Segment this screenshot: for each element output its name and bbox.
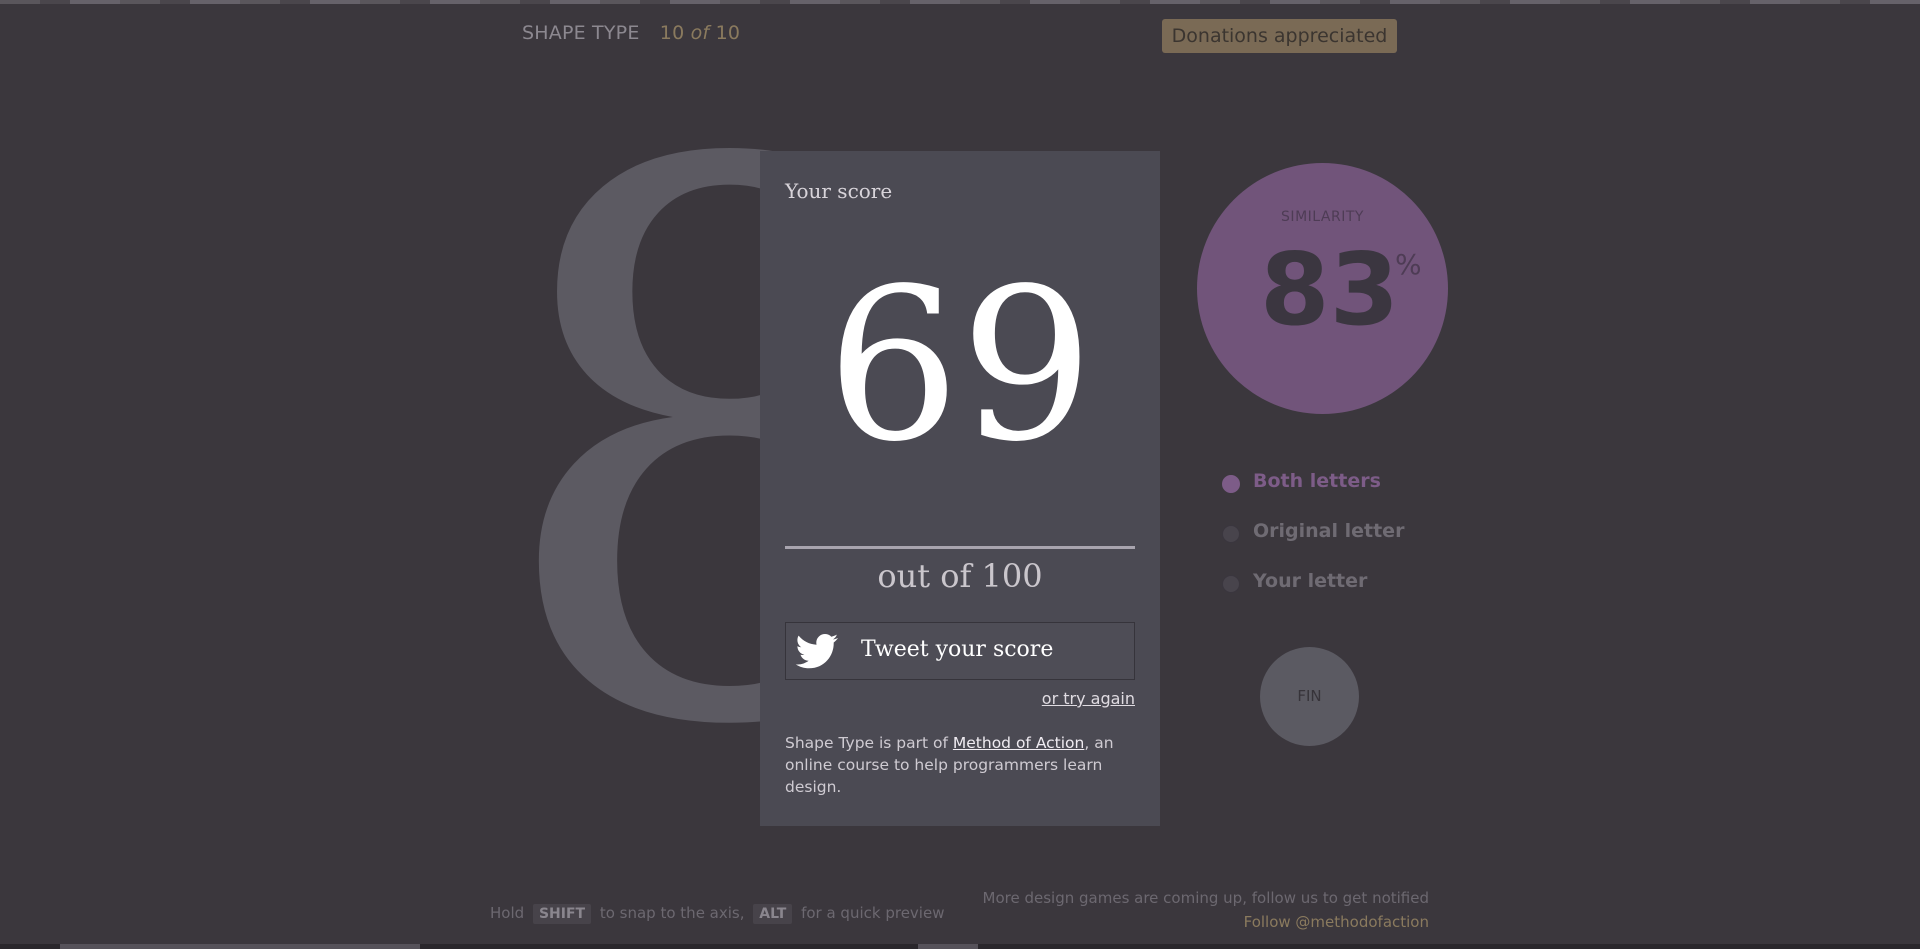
keyboard-hint: Hold SHIFT to snap to the axis, ALT for … (490, 904, 944, 924)
hint-hold: Hold (490, 904, 525, 922)
hint-preview: for a quick preview (801, 904, 945, 922)
follow-link[interactable]: Follow @methodofaction (1244, 913, 1429, 931)
top-bar (0, 0, 1920, 4)
score-out-of: out of 100 (877, 557, 1043, 595)
score-heading: Your score (785, 179, 893, 203)
radio-icon[interactable] (1222, 475, 1240, 493)
view-option-label: Original letter (1253, 520, 1405, 542)
bottom-bar-segment (60, 944, 420, 949)
score-divider (785, 546, 1135, 549)
similarity-meter: SIMILARITY 83 % (1197, 163, 1448, 414)
view-option-label: Both letters (1253, 470, 1381, 492)
similarity-value: 83 (1260, 231, 1400, 348)
score-panel: Your score 69 out of 100 Tweet your scor… (760, 151, 1160, 826)
try-again-link[interactable]: or try again (1042, 689, 1135, 708)
view-option-label: Your letter (1253, 570, 1368, 592)
page: SHAPE TYPE 10 of 10 Donations appreciate… (0, 0, 1920, 949)
bottom-bar-segment (918, 944, 978, 949)
similarity-unit: % (1395, 248, 1422, 281)
donate-button[interactable]: Donations appreciated (1162, 19, 1397, 53)
method-of-action-link[interactable]: Method of Action (953, 734, 1084, 752)
hint-snap: to snap to the axis, (599, 904, 745, 922)
similarity-label: SIMILARITY (1281, 209, 1364, 225)
course-footnote: Shape Type is part of Method of Action, … (785, 732, 1135, 798)
radio-icon[interactable] (1222, 525, 1240, 543)
tweet-score-label: Tweet your score (861, 637, 1054, 662)
alt-key: ALT (753, 904, 793, 924)
tweet-score-button[interactable]: Tweet your score (785, 622, 1135, 680)
promo: More design games are coming up, follow … (983, 886, 1429, 934)
twitter-bird-icon (795, 634, 838, 669)
bottom-bar (0, 944, 1920, 949)
radio-icon[interactable] (1222, 575, 1240, 593)
score-value: 69 (826, 243, 1094, 488)
fin-button[interactable]: FIN (1260, 647, 1359, 746)
shift-key: SHIFT (532, 904, 592, 924)
promo-text: More design games are coming up, follow … (982, 889, 1429, 907)
footnote-text-before: Shape Type is part of (785, 734, 953, 752)
